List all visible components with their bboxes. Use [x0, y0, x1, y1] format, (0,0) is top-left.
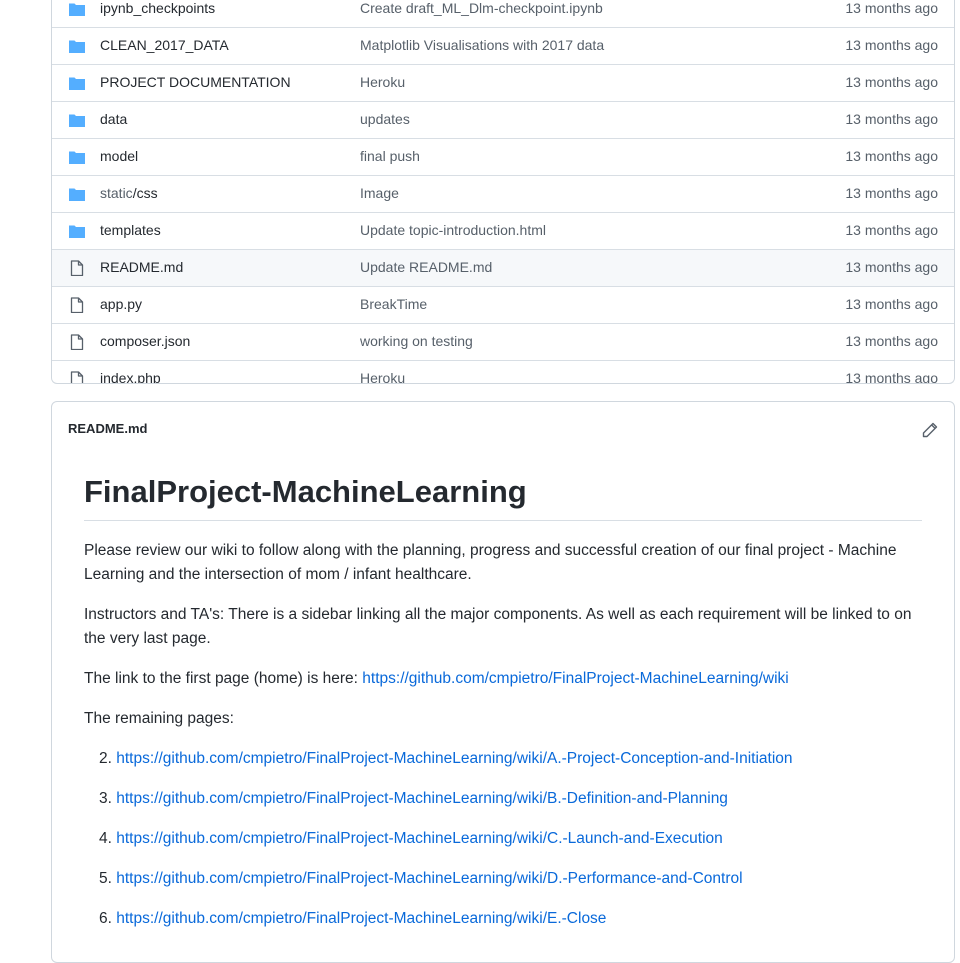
commit-age: 13 months ago: [845, 296, 938, 312]
wiki-page-link[interactable]: https://github.com/cmpietro/FinalProject…: [116, 750, 792, 767]
list-number: 2.: [99, 750, 112, 767]
list-item: 6. https://github.com/cmpietro/FinalProj…: [99, 907, 606, 931]
readme-paragraph-4: The remaining pages:: [84, 710, 234, 727]
commit-age: 13 months ago: [845, 185, 938, 201]
list-item: 5. https://github.com/cmpietro/FinalProj…: [99, 867, 743, 891]
file-name-text[interactable]: app.py: [100, 296, 142, 312]
file-icon: [70, 371, 84, 383]
file-row[interactable]: ipynb_checkpoints Create draft_ML_Dlm-che…: [52, 0, 954, 27]
commit-message-link[interactable]: Update README.md: [360, 259, 492, 275]
file-row[interactable]: model final push 13 months ago: [52, 138, 954, 175]
file-name-link[interactable]: data: [100, 111, 127, 127]
file-name-link[interactable]: CLEAN_2017_DATA: [100, 37, 229, 53]
readme-paragraph-1: Please review our wiki to follow along w…: [84, 542, 897, 583]
commit-age: 13 months ago: [845, 222, 938, 238]
commit-message-link[interactable]: Heroku: [360, 74, 405, 90]
file-name-text[interactable]: /css: [133, 185, 158, 201]
folder-icon: [69, 77, 85, 90]
file-name-text[interactable]: composer.json: [100, 333, 190, 349]
file-icon: [70, 334, 84, 350]
wiki-home-link[interactable]: https://github.com/cmpietro/FinalProject…: [362, 670, 788, 687]
readme-panel: README.md FinalProject-MachineLearning P…: [51, 401, 955, 963]
file-name-link[interactable]: index.php: [100, 370, 161, 383]
folder-icon: [69, 188, 85, 201]
folder-icon: [69, 114, 85, 127]
commit-message-link[interactable]: Image: [360, 185, 399, 201]
commit-message-link[interactable]: Update topic-introduction.html: [360, 222, 546, 238]
commit-message-link[interactable]: Matplotlib Visualisations with 2017 data: [360, 37, 604, 53]
file-name-text[interactable]: data: [100, 111, 127, 127]
readme-paragraph-3-text: The link to the first page (home) is her…: [84, 670, 363, 687]
file-name-link[interactable]: ipynb_checkpoints: [100, 0, 215, 16]
file-name-link[interactable]: PROJECT DOCUMENTATION: [100, 74, 291, 90]
file-name-link[interactable]: app.py: [100, 296, 142, 312]
file-name-link[interactable]: templates: [100, 222, 161, 238]
list-number: 3.: [99, 790, 112, 807]
file-name-text[interactable]: PROJECT DOCUMENTATION: [100, 74, 291, 90]
file-name-text[interactable]: model: [100, 148, 138, 164]
list-item: 4. https://github.com/cmpietro/FinalProj…: [99, 827, 723, 851]
file-name-text[interactable]: index.php: [100, 370, 161, 383]
file-name-parent[interactable]: static: [100, 185, 133, 201]
file-list: ipynb_checkpoints Create draft_ML_Dlm-che…: [51, 0, 955, 384]
commit-age: 13 months ago: [845, 333, 938, 349]
readme-paragraph-3: The link to the first page (home) is her…: [84, 667, 924, 691]
file-row[interactable]: composer.json working on testing 13 months…: [52, 323, 954, 360]
file-name-link[interactable]: static/css: [100, 185, 158, 201]
wiki-page-link[interactable]: https://github.com/cmpietro/FinalProject…: [116, 830, 723, 847]
pencil-icon[interactable]: [922, 422, 938, 438]
file-row[interactable]: static/css Image 13 months ago: [52, 175, 954, 212]
commit-age: 13 months ago: [845, 259, 938, 275]
wiki-page-link[interactable]: https://github.com/cmpietro/FinalProject…: [116, 870, 742, 887]
list-number: 4.: [99, 830, 112, 847]
readme-title: FinalProject-MachineLearning: [84, 474, 922, 521]
folder-icon: [69, 151, 85, 164]
file-name-text[interactable]: templates: [100, 222, 161, 238]
file-name-text[interactable]: CLEAN_2017_DATA: [100, 37, 229, 53]
commit-message-link[interactable]: BreakTime: [360, 296, 427, 312]
file-icon: [70, 297, 84, 313]
commit-message-link[interactable]: working on testing: [360, 333, 473, 349]
file-icon: [70, 260, 84, 276]
commit-message-link[interactable]: Create draft_ML_Dlm-checkpoint.ipynb: [360, 0, 603, 16]
file-row[interactable]: data updates 13 months ago: [52, 101, 954, 138]
file-row[interactable]: index.php Heroku 13 months ago: [52, 360, 954, 384]
folder-icon: [69, 225, 85, 238]
commit-message-link[interactable]: Heroku: [360, 370, 405, 383]
file-row[interactable]: README.md Update README.md 13 months ago: [52, 249, 954, 286]
list-number: 5.: [99, 870, 112, 887]
list-number: 6.: [99, 910, 112, 927]
commit-message-link[interactable]: final push: [360, 148, 420, 164]
folder-icon: [69, 40, 85, 53]
file-name-text[interactable]: README.md: [100, 259, 183, 275]
commit-age: 13 months ago: [845, 111, 938, 127]
file-name-link[interactable]: model: [100, 148, 138, 164]
commit-age: 13 months ago: [845, 37, 938, 53]
file-row[interactable]: CLEAN_2017_DATA Matplotlib Visualisations…: [52, 27, 954, 64]
readme-paragraph-2: Instructors and TA's: There is a sidebar…: [84, 606, 912, 647]
file-row[interactable]: templates Update topic-introduction.html 1…: [52, 212, 954, 249]
commit-message-link[interactable]: updates: [360, 111, 410, 127]
file-name-text[interactable]: ipynb_checkpoints: [100, 0, 215, 16]
commit-age: 13 months ago: [845, 370, 938, 384]
file-name-link[interactable]: composer.json: [100, 333, 190, 349]
file-row[interactable]: PROJECT DOCUMENTATION Heroku 13 months ago: [52, 64, 954, 101]
wiki-page-link[interactable]: https://github.com/cmpietro/FinalProject…: [116, 790, 728, 807]
file-name-link[interactable]: README.md: [100, 259, 183, 275]
readme-header[interactable]: README.md: [68, 421, 147, 436]
file-row[interactable]: app.py BreakTime 13 months ago: [52, 286, 954, 323]
commit-age: 13 months ago: [845, 74, 938, 90]
list-item: 3. https://github.com/cmpietro/FinalProj…: [99, 787, 728, 811]
list-item: 2. https://github.com/cmpietro/FinalProj…: [99, 747, 793, 771]
folder-icon: [69, 3, 85, 16]
commit-age: 13 months ago: [845, 148, 938, 164]
commit-age: 13 months ago: [845, 0, 938, 16]
wiki-page-link[interactable]: https://github.com/cmpietro/FinalProject…: [116, 910, 606, 927]
